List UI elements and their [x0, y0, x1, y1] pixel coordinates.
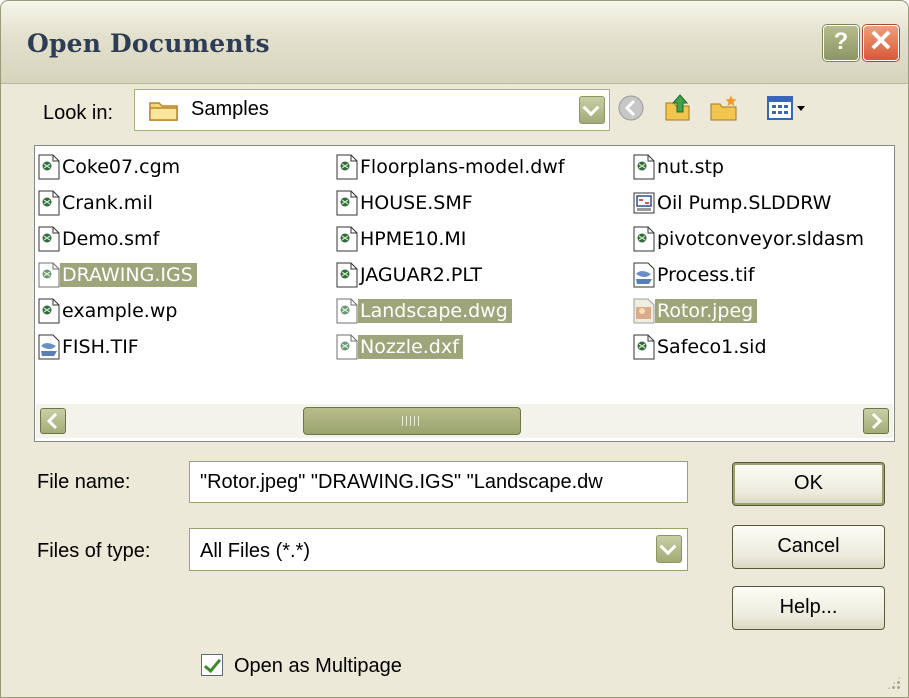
files-of-type-dropdown-button[interactable]: [656, 535, 682, 563]
look-in-value: Samples: [191, 98, 269, 120]
document-icon: [38, 190, 60, 216]
help-title-button[interactable]: ?: [823, 25, 859, 61]
file-name: Demo.smf: [62, 228, 160, 250]
file-name: nut.stp: [657, 156, 724, 178]
photo-icon: [633, 298, 655, 324]
file-list-item[interactable]: Rotor.jpeg: [633, 296, 758, 326]
folder-icon: [149, 102, 178, 121]
up-folder-icon[interactable]: [663, 93, 693, 123]
image-icon: [633, 262, 655, 288]
file-list-item[interactable]: FISH.TIF: [38, 332, 143, 362]
file-list-item[interactable]: Safeco1.sid: [633, 332, 771, 362]
file-list-item[interactable]: nut.stp: [633, 152, 728, 182]
title-bar[interactable]: Open Documents ? ✕: [1, 1, 908, 84]
ok-button[interactable]: OK: [732, 462, 885, 506]
file-list-item[interactable]: HOUSE.SMF: [336, 188, 477, 218]
scroll-thumb[interactable]: [303, 407, 521, 435]
document-icon: [633, 226, 655, 252]
file-list-item[interactable]: Floorplans-model.dwf: [336, 152, 569, 182]
document-icon: [633, 334, 655, 360]
scroll-left-icon[interactable]: [40, 408, 66, 434]
image-icon: [38, 334, 60, 360]
drawing-icon: [633, 190, 655, 216]
close-button[interactable]: ✕: [863, 25, 899, 61]
document-icon: [336, 298, 358, 324]
file-name: example.wp: [62, 300, 178, 322]
document-icon: [633, 154, 655, 180]
cancel-button[interactable]: Cancel: [732, 525, 885, 569]
view-menu-icon[interactable]: [766, 93, 808, 123]
document-icon: [336, 154, 358, 180]
document-icon: [336, 334, 358, 360]
file-name: FISH.TIF: [62, 336, 139, 358]
file-list-item[interactable]: Process.tif: [633, 260, 759, 290]
file-list-item[interactable]: DRAWING.IGS: [38, 260, 197, 290]
files-of-type-select[interactable]: All Files (*.*): [189, 528, 688, 571]
file-name: Safeco1.sid: [657, 336, 767, 358]
file-name: Coke07.cgm: [62, 156, 181, 178]
file-name: Rotor.jpeg: [655, 299, 758, 323]
document-icon: [336, 226, 358, 252]
files-of-type-value: All Files (*.*): [200, 540, 311, 562]
file-name-value: "Rotor.jpeg" "DRAWING.IGS" "Landscape.dw: [200, 471, 603, 493]
file-list-item[interactable]: example.wp: [38, 296, 181, 326]
file-name: JAGUAR2.PLT: [360, 264, 482, 286]
file-name-input[interactable]: "Rotor.jpeg" "DRAWING.IGS" "Landscape.dw: [189, 461, 688, 503]
file-list-item[interactable]: pivotconveyor.sldasm: [633, 224, 868, 254]
files-of-type-label: Files of type:: [37, 540, 151, 562]
file-name: Floorplans-model.dwf: [360, 156, 565, 178]
file-name: HOUSE.SMF: [360, 192, 473, 214]
dialog-title: Open Documents: [27, 29, 270, 58]
document-icon: [38, 262, 60, 288]
file-list-item[interactable]: Nozzle.dxf: [336, 332, 463, 362]
file-list-item[interactable]: JAGUAR2.PLT: [336, 260, 486, 290]
file-name: DRAWING.IGS: [60, 263, 197, 287]
new-folder-icon[interactable]: [709, 93, 739, 123]
open-as-multipage-label[interactable]: Open as Multipage: [234, 655, 402, 678]
file-list-item[interactable]: Oil Pump.SLDDRW: [633, 188, 835, 218]
file-list[interactable]: Coke07.cgm Crank.mil Demo.smf DRAWING.IGS ex…: [34, 145, 895, 442]
file-name: Landscape.dwg: [358, 299, 512, 323]
file-name: Process.tif: [657, 264, 755, 286]
look-in-dropdown-button[interactable]: [579, 96, 605, 124]
resize-grip[interactable]: [886, 675, 902, 691]
back-icon[interactable]: [616, 93, 646, 123]
open-documents-dialog: Open Documents ? ✕ Look in: Samples Coke…: [0, 0, 909, 698]
scroll-right-icon[interactable]: [863, 408, 889, 434]
file-list-item[interactable]: Landscape.dwg: [336, 296, 512, 326]
help-button[interactable]: Help...: [732, 586, 885, 630]
document-icon: [38, 154, 60, 180]
look-in-combo[interactable]: Samples: [134, 89, 610, 131]
file-name: pivotconveyor.sldasm: [657, 228, 864, 250]
file-name: Nozzle.dxf: [358, 335, 463, 359]
file-name: Oil Pump.SLDDRW: [657, 192, 832, 214]
file-list-item[interactable]: Demo.smf: [38, 224, 163, 254]
file-name: HPME10.MI: [360, 228, 467, 250]
document-icon: [38, 298, 60, 324]
file-list-item[interactable]: Coke07.cgm: [38, 152, 184, 182]
file-name: Crank.mil: [62, 192, 153, 214]
file-list-item[interactable]: HPME10.MI: [336, 224, 470, 254]
document-icon: [336, 262, 358, 288]
look-in-label: Look in:: [43, 102, 114, 124]
document-icon: [336, 190, 358, 216]
document-icon: [38, 226, 60, 252]
file-list-item[interactable]: Crank.mil: [38, 188, 157, 218]
file-name-label: File name:: [37, 471, 131, 493]
open-as-multipage-checkbox[interactable]: [201, 654, 223, 676]
horizontal-scrollbar[interactable]: [36, 404, 893, 438]
